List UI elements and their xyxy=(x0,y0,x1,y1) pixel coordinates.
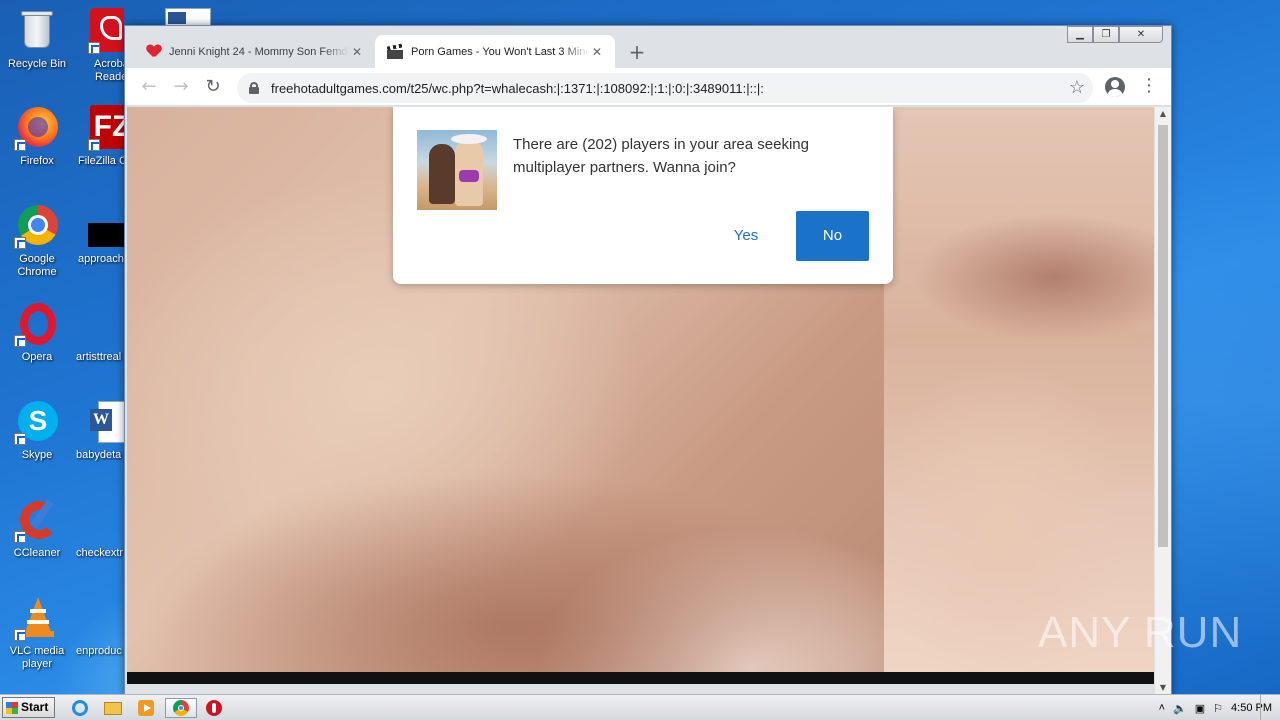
back-button[interactable]: ← xyxy=(135,74,163,102)
desktop-icon-label: enproduc xyxy=(76,645,122,657)
ccleaner-icon xyxy=(14,497,60,543)
close-tab-icon[interactable]: ✕ xyxy=(349,45,365,59)
desktop-icon-label: CCleaner xyxy=(13,547,61,559)
address-bar[interactable]: freehotadultgames.com/t25/wc.php?t=whale… xyxy=(237,73,1093,103)
page-viewport: There are (202) players in your area see… xyxy=(127,107,1154,684)
recycle-bin-icon xyxy=(14,8,60,54)
file-icon xyxy=(88,595,124,641)
page-bottom-bar xyxy=(127,672,1154,684)
desktop-icon-label: VLC media player xyxy=(9,645,65,670)
desktop-icon-enproduc[interactable]: enproduc xyxy=(72,595,124,658)
desktop-icon-acrobat-reader[interactable]: Acrobat Reader xyxy=(72,8,124,84)
desktop-icon-label: Opera xyxy=(21,351,53,363)
scrollbar-thumb[interactable] xyxy=(1158,125,1168,547)
no-button[interactable]: No xyxy=(796,211,869,261)
forward-button[interactable]: → xyxy=(167,74,195,102)
vertical-scrollbar[interactable]: ▲ ▼ xyxy=(1154,107,1171,695)
desktop-icon-checkextr[interactable]: checkextr xyxy=(72,497,124,560)
desktop-icon-partial[interactable] xyxy=(165,8,211,26)
yes-button[interactable]: Yes xyxy=(719,211,773,261)
internet-explorer-icon xyxy=(72,700,88,716)
desktop-icon-label: FileZilla C xyxy=(78,155,124,167)
close-window-button[interactable]: ✕ xyxy=(1119,26,1163,43)
minimize-button[interactable]: ▁ xyxy=(1067,26,1093,43)
firefox-icon xyxy=(14,105,60,151)
tab-title: Jenni Knight 24 - Mommy Son Femdom xyxy=(169,45,349,58)
desktop-icon-label: approach xyxy=(78,253,124,265)
show-desktop-button[interactable] xyxy=(1260,695,1280,720)
browser-window: Jenni Knight 24 - Mommy Son Femdom ✕ Por… xyxy=(124,25,1172,695)
file-icon xyxy=(88,203,124,249)
desktop-icon-opera[interactable]: Opera xyxy=(0,301,74,364)
network-icon[interactable]: ▣ xyxy=(1195,702,1205,715)
new-tab-button[interactable]: + xyxy=(625,40,649,64)
tab-strip: Jenni Knight 24 - Mommy Son Femdom ✕ Por… xyxy=(125,26,1171,68)
desktop-icon-firefox[interactable]: Firefox xyxy=(0,105,74,168)
desktop-icon-label: Google Chrome xyxy=(17,253,57,278)
file-icon xyxy=(88,301,124,347)
desktop-icon-artisttreal[interactable]: artisttreal xyxy=(72,301,124,364)
scroll-up-icon[interactable]: ▲ xyxy=(1155,107,1171,121)
taskbar-media-player[interactable] xyxy=(134,698,158,718)
desktop-icon-label: Firefox xyxy=(20,155,54,167)
folder-icon xyxy=(104,702,122,715)
chrome-icon xyxy=(14,203,60,249)
tab-jenni-knight[interactable]: Jenni Knight 24 - Mommy Son Femdom ✕ xyxy=(135,35,375,68)
acrobat-icon xyxy=(88,8,124,54)
url-text[interactable]: freehotadultgames.com/t25/wc.php?t=whale… xyxy=(271,81,1093,96)
tab-porn-games[interactable]: Porn Games - You Won't Last 3 Minutes ✕ xyxy=(375,35,615,68)
volume-icon[interactable]: 🔈 xyxy=(1173,702,1187,715)
desktop-icon-label: Recycle Bin xyxy=(7,58,67,70)
desktop-icon-recycle-bin[interactable]: Recycle Bin xyxy=(0,8,74,71)
desktop-icon-skype[interactable]: S Skype xyxy=(0,399,74,462)
file-icon xyxy=(88,497,124,543)
desktop-icon-approach[interactable]: approach xyxy=(72,203,124,266)
vlc-icon xyxy=(14,595,60,641)
tab-title: Porn Games - You Won't Last 3 Minutes xyxy=(411,45,589,58)
window-controls: ▁ ❐ ✕ xyxy=(1067,26,1163,43)
desktop-icon-label: babydeta xyxy=(76,449,122,461)
desktop-icon-filezilla[interactable]: FZ FileZilla C xyxy=(72,105,124,168)
clapperboard-icon xyxy=(387,45,403,59)
bookmark-star-icon[interactable]: ☆ xyxy=(1069,77,1085,98)
lock-icon[interactable] xyxy=(249,82,259,94)
restore-button[interactable]: ❐ xyxy=(1093,26,1119,43)
dialog-thumbnail xyxy=(417,130,497,210)
desktop-icon-label: artisttreal xyxy=(76,351,122,363)
browser-toolbar: ← → ↻ freehotadultgames.com/t25/wc.php?t… xyxy=(125,68,1171,106)
taskbar: Start ˄ 🔈 ▣ ⚐ 4:50 PM xyxy=(0,694,1280,720)
tray-expand-icon[interactable]: ˄ xyxy=(1159,702,1165,714)
scroll-down-icon[interactable]: ▼ xyxy=(1155,681,1171,695)
taskbar-chrome[interactable] xyxy=(165,698,197,718)
word-doc-icon: W xyxy=(88,399,124,445)
background-photo xyxy=(884,107,1154,684)
popup-dialog: There are (202) players in your area see… xyxy=(393,107,893,284)
taskbar-explorer[interactable] xyxy=(101,698,125,718)
word-doc-icon xyxy=(168,12,186,24)
taskbar-ie[interactable] xyxy=(68,698,92,718)
desktop-icon-google-chrome[interactable]: Google Chrome xyxy=(0,203,74,279)
desktop-icon-vlc[interactable]: VLC media player xyxy=(0,595,74,671)
desktop-icon-label: Acrobat Reader xyxy=(94,58,124,83)
opera-icon xyxy=(14,301,60,347)
desktop-light-streak xyxy=(1160,150,1280,650)
menu-icon[interactable]: ⋮ xyxy=(1140,76,1158,96)
start-label: Start xyxy=(21,700,49,714)
desktop-icon-label: checkextr xyxy=(76,547,124,559)
heart-icon xyxy=(147,45,161,59)
windows-logo-icon xyxy=(6,702,18,714)
start-button[interactable]: Start xyxy=(2,697,55,718)
account-icon[interactable] xyxy=(1105,77,1125,97)
close-tab-icon[interactable]: ✕ xyxy=(589,45,605,59)
skype-icon: S xyxy=(14,399,60,445)
desktop-icon-babydeta[interactable]: W babydeta xyxy=(72,399,124,462)
reload-button[interactable]: ↻ xyxy=(199,74,227,102)
anyrun-watermark: ANY RUN xyxy=(1038,608,1243,657)
taskbar-opera[interactable] xyxy=(202,698,226,718)
dialog-message: There are (202) players in your area see… xyxy=(513,136,809,176)
desktop-icon-ccleaner[interactable]: CCleaner xyxy=(0,497,74,560)
action-center-flag-icon[interactable]: ⚐ xyxy=(1213,702,1223,715)
filezilla-icon: FZ xyxy=(88,105,124,151)
desktop-icon-label: Skype xyxy=(21,449,53,461)
